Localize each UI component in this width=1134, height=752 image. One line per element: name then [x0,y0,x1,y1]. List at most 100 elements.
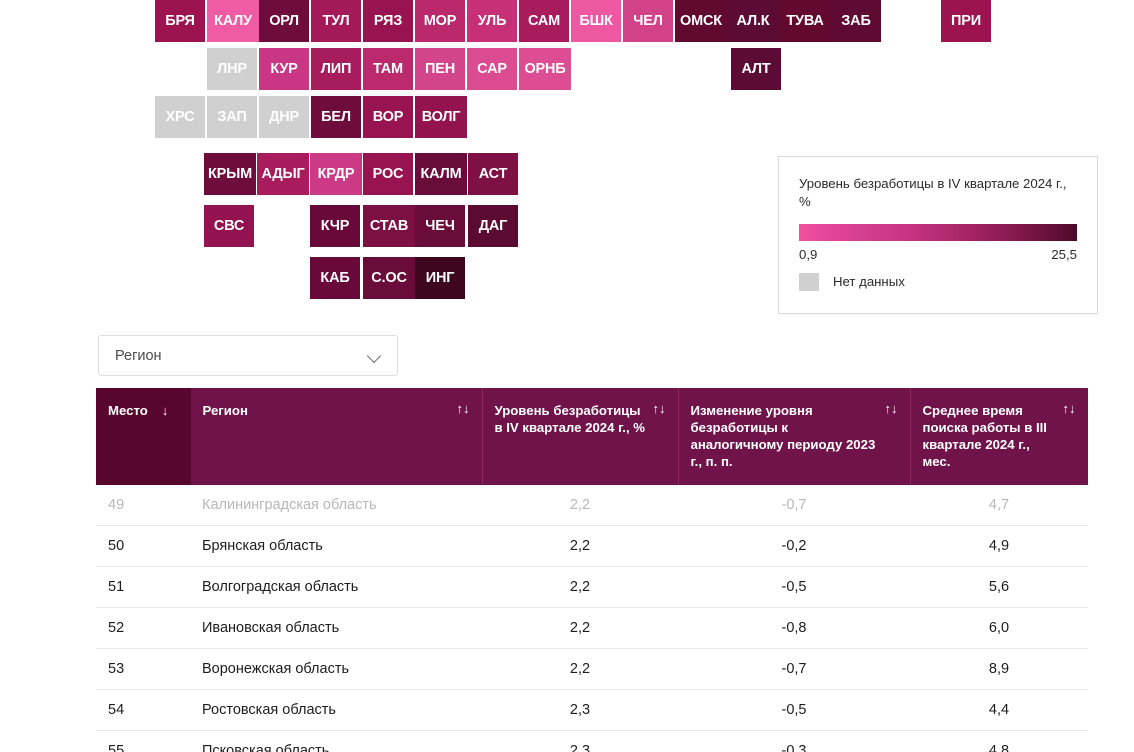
map-tile-label: ОРНБ [524,61,566,77]
map-tile[interactable]: РОС [363,153,413,195]
map-tile[interactable]: УЛЬ [467,0,517,42]
regions-table-container[interactable]: Место ↓ Регион ↑↓ Уровень безработицы в … [96,388,1088,752]
chevron-down-icon[interactable] [368,351,383,360]
map-tile[interactable]: ТУВА [779,0,831,42]
sort-toggle-icon[interactable]: ↑↓ [653,402,666,415]
row-level-change: -0,5 [678,566,910,609]
sort-toggle-icon[interactable]: ↑↓ [1063,402,1076,415]
region-filter-select[interactable]: Регион [98,335,398,376]
map-tile-label: ЛНР [217,61,247,77]
map-tile-label: ЗАБ [841,13,871,29]
table-row[interactable]: 51 Волгоградская область 2,2 -0,5 5,6 [96,566,1088,609]
map-legend: Уровень безработицы в IV квартале 2024 г… [778,156,1098,314]
sort-toggle-icon[interactable]: ↑↓ [457,402,470,415]
map-tile[interactable]: ЧЕЛ [623,0,673,42]
map-tile-label: ДАГ [478,218,508,234]
row-place: 50 [96,525,190,568]
map-tile[interactable]: ХРС [155,96,205,138]
map-tile[interactable]: КАЛУ [207,0,259,42]
row-region: Брянская область [190,525,482,568]
map-tile-label: УЛЬ [477,13,507,29]
map-tile[interactable]: КРЫМ [204,153,256,195]
row-place: 52 [96,607,190,650]
map-tile[interactable]: ЛНР [207,48,257,90]
row-unemployment-level: 2,2 [482,484,678,527]
column-header-search-time-label: Среднее время поиска работы в III кварта… [922,403,1047,470]
map-tile[interactable]: АДЫГ [257,153,309,195]
map-tile[interactable]: БШК [571,0,621,42]
map-tile-label: САР [477,61,507,77]
map-tile[interactable]: ЗАБ [831,0,881,42]
map-tile-label: С.ОС [371,270,407,286]
map-tile-label: ЛИП [320,61,352,77]
map-tile[interactable]: ОРЛ [259,0,309,42]
map-tile-label: ОРЛ [269,13,299,29]
table-row[interactable]: 50 Брянская область 2,2 -0,2 4,9 [96,525,1088,568]
map-tile[interactable]: АЛ.К [727,0,779,42]
map-tile[interactable]: ЛИП [311,48,361,90]
map-tile[interactable]: САР [467,48,517,90]
map-tile[interactable]: СВС [204,205,254,247]
map-tile-label: ХРС [165,109,195,125]
map-tile-label: СВС [213,218,245,234]
map-tile-label: БШК [579,13,613,29]
row-unemployment-level: 2,3 [482,730,678,752]
row-level-change: -0,3 [678,730,910,752]
map-tile[interactable]: ОРНБ [519,48,571,90]
map-tile-label: ПЕН [425,61,455,77]
map-tile[interactable]: ВОЛГ [415,96,467,138]
map-tile-label: КУР [270,61,298,77]
map-tile[interactable]: КРДР [310,153,362,195]
row-level-change: -0,2 [678,525,910,568]
sort-toggle-icon[interactable]: ↑↓ [885,402,898,415]
column-header-region[interactable]: Регион ↑↓ [190,388,483,485]
map-tile[interactable]: СТАВ [363,205,415,247]
map-tile-label: АЛТ [741,61,771,77]
map-tile[interactable]: ТУЛ [311,0,361,42]
table-row[interactable]: 54 Ростовская область 2,3 -0,5 4,4 [96,689,1088,732]
column-header-level-change[interactable]: Изменение уровня безработицы к аналогичн… [678,388,911,485]
map-tile[interactable]: КУР [259,48,309,90]
map-tile[interactable]: ПЕН [415,48,465,90]
map-tile[interactable]: ОМСК [675,0,727,42]
map-tile[interactable]: ЧЕЧ [415,205,465,247]
map-tile[interactable]: ТАМ [363,48,413,90]
legend-nodata-row: Нет данных [799,272,1077,291]
sort-desc-icon[interactable]: ↓ [162,404,169,417]
map-tile[interactable]: КАЛМ [415,153,467,195]
map-tile-label: ОМСК [680,13,722,29]
legend-scale: 0,9 25,5 [799,247,1077,262]
map-tile[interactable]: БЕЛ [311,96,361,138]
map-tile[interactable]: ПРИ [941,0,991,42]
map-tile[interactable]: ВОР [363,96,413,138]
map-tile[interactable]: АЛТ [731,48,781,90]
map-tile[interactable]: ИНГ [415,257,465,299]
table-row[interactable]: 49 Калининградская область 2,2 -0,7 4,7 [96,484,1088,527]
table-row[interactable]: 55 Псковская область 2,3 -0,3 4,8 [96,730,1088,752]
column-header-place[interactable]: Место ↓ [96,388,191,485]
map-tile-label: КРЫМ [208,166,252,182]
table-row[interactable]: 52 Ивановская область 2,2 -0,8 6,0 [96,607,1088,650]
map-tile[interactable]: КАБ [310,257,360,299]
map-tile[interactable]: АСТ [468,153,518,195]
map-tile[interactable]: ДАГ [468,205,518,247]
map-tile[interactable]: БРЯ [155,0,205,42]
page-root: БРЯ КАЛУ ОРЛ ТУЛ РЯЗ МОР УЛЬ САМ БШК ЧЕЛ ОМСК АЛ.К Т… [0,0,1134,752]
column-header-search-time[interactable]: Среднее время поиска работы в III кварта… [910,388,1088,485]
map-tile-label: АДЫГ [261,166,305,182]
map-tile-label: ЧЕЧ [425,218,455,234]
row-place: 55 [96,730,190,752]
map-tile[interactable]: РЯЗ [363,0,413,42]
map-tile[interactable]: С.ОС [363,257,415,299]
map-tile[interactable]: САМ [519,0,569,42]
map-tile-label: БРЯ [165,13,195,29]
map-tile[interactable]: МОР [415,0,465,42]
map-tile[interactable]: ДНР [259,96,309,138]
map-tile-label: ТУЛ [322,13,350,29]
regions-table: Место ↓ Регион ↑↓ Уровень безработицы в … [96,388,1088,752]
map-tile[interactable]: ЗАП [207,96,257,138]
column-header-unemployment-level[interactable]: Уровень безработицы в IV квартале 2024 г… [482,388,679,485]
row-region: Воронежская область [190,648,482,691]
table-row[interactable]: 53 Воронежская область 2,2 -0,7 8,9 [96,648,1088,691]
map-tile[interactable]: КЧР [310,205,360,247]
